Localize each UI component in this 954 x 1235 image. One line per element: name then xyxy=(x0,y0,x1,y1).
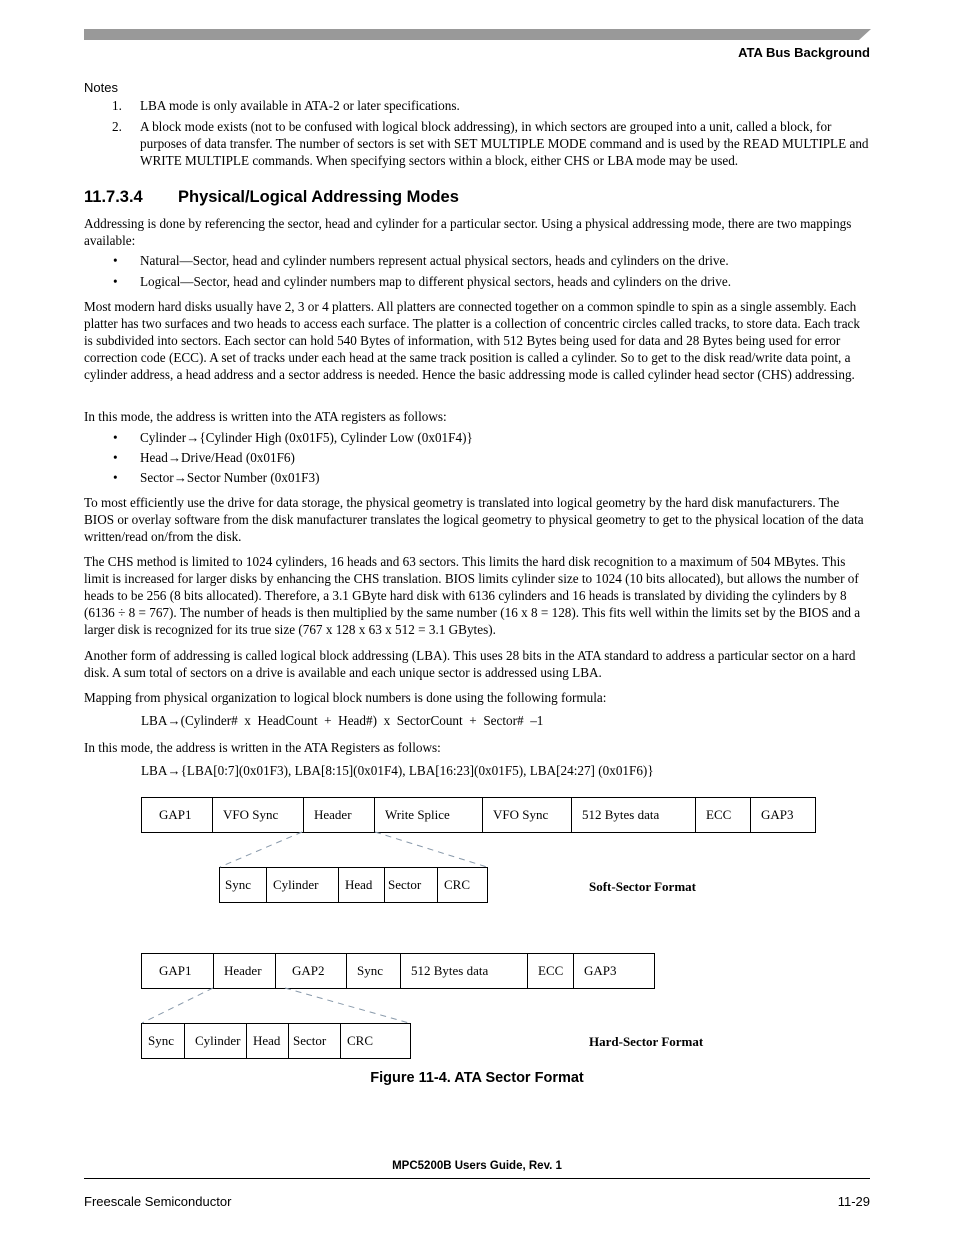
figure-connector-lines xyxy=(141,831,488,1024)
footer-company: Freescale Semiconductor xyxy=(84,1194,232,1209)
hard-connector-left xyxy=(141,987,214,1024)
footer-page-number: 11-29 xyxy=(837,1194,870,1209)
footer-divider xyxy=(84,1178,870,1179)
soft-connector-right xyxy=(374,831,488,868)
soft-connector-left xyxy=(219,831,303,868)
hard-connector-right xyxy=(284,987,410,1024)
footer-doc-title: MPC5200B Users Guide, Rev. 1 xyxy=(392,1160,562,1172)
figure-caption: Figure 11-4. ATA Sector Format xyxy=(370,1070,584,1086)
